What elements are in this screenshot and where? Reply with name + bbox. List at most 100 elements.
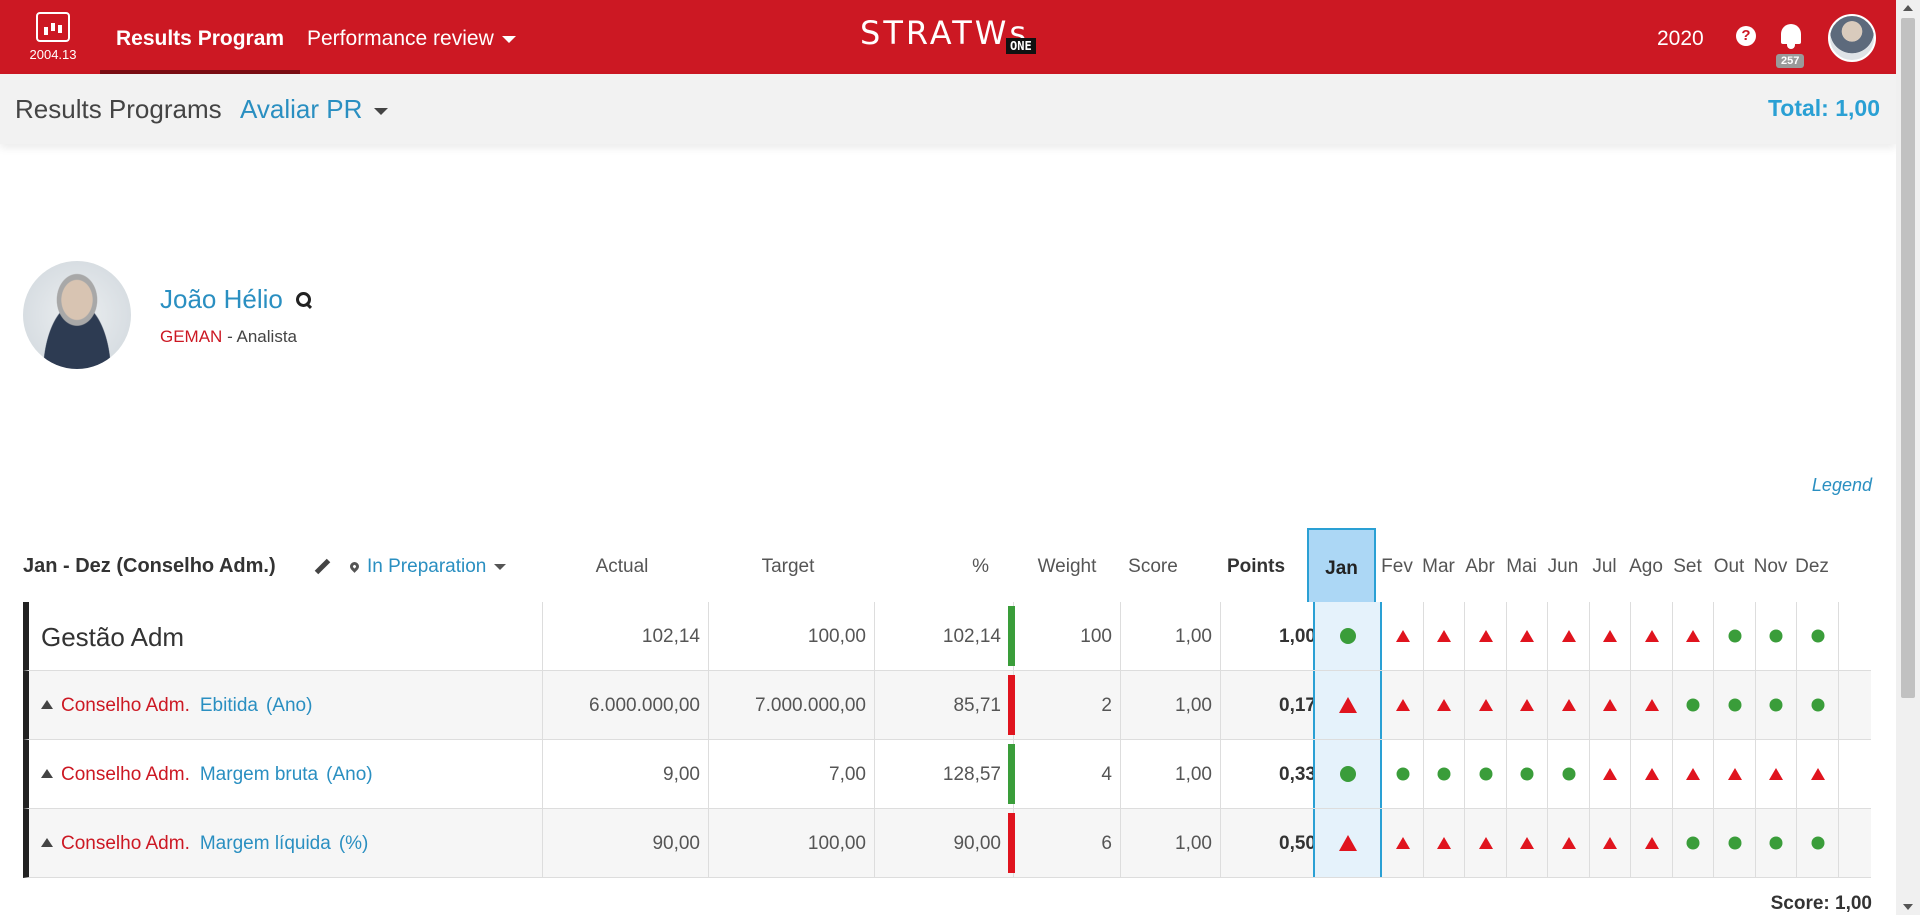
month-status-cell[interactable] [1465,671,1507,739]
month-status-cell[interactable] [1465,809,1507,877]
month-status-cell[interactable] [1590,602,1631,670]
user-avatar[interactable] [1828,14,1876,62]
profile-name[interactable]: João Hélio [160,284,283,315]
month-status-cell[interactable] [1756,809,1797,877]
month-status-cell[interactable] [1714,740,1756,808]
evaluate-pr-dropdown[interactable]: Avaliar PR [240,94,389,125]
month-status-cell[interactable] [1507,602,1548,670]
month-status-cell[interactable] [1631,671,1673,739]
app-home-button[interactable]: 2004.13 [22,8,84,68]
month-status-cell[interactable] [1465,740,1507,808]
map-pin-icon [348,560,361,573]
month-status-cell[interactable] [1424,809,1465,877]
month-status-cell[interactable] [1673,671,1714,739]
month-status-cell[interactable] [1756,671,1797,739]
month-status-cell[interactable] [1797,671,1839,739]
month-status-cell[interactable] [1673,809,1714,877]
table-row: Conselho Adm. Margem líquida (%) 90,00 100,0… [23,809,1871,878]
row-kpi-unit[interactable]: (Ano) [266,695,312,716]
caret-down-icon [494,563,507,570]
month-header: Dez [1795,556,1829,577]
caret-down-icon [501,35,516,43]
month-status-cell[interactable] [1313,809,1382,877]
red-triangle-icon [1395,837,1410,849]
green-circle-icon [1437,767,1451,781]
profile-org[interactable]: GEMAN [160,327,222,346]
month-status-cell[interactable] [1548,740,1590,808]
red-triangle-icon [1478,837,1493,849]
month-status-cell[interactable] [1313,602,1382,670]
points-value: 0,33 [1221,740,1325,808]
profile-role: GEMAN - Analista [160,327,297,347]
month-status-cell[interactable] [1313,671,1382,739]
pencil-icon[interactable] [313,558,331,576]
nav-performance-review-label: Performance review [307,27,494,50]
expand-triangle-icon[interactable] [41,769,53,778]
month-status-cell[interactable] [1631,740,1673,808]
row-org-link[interactable]: Conselho Adm. [61,833,190,854]
month-status-cell[interactable] [1590,671,1631,739]
nav-results-program[interactable]: Results Program [100,0,301,74]
row-kpi-link[interactable]: Margem bruta [200,764,318,785]
month-status-cell[interactable] [1424,740,1465,808]
month-status-cell[interactable] [1631,602,1673,670]
month-status-cell[interactable] [1424,671,1465,739]
status-label: In Preparation [367,556,487,577]
scrollbar-thumb[interactable] [1901,18,1915,698]
month-status-cell[interactable] [1507,809,1548,877]
question-circle-icon[interactable]: ? [1736,26,1756,46]
month-status-cell[interactable] [1797,602,1839,670]
legend-link[interactable]: Legend [1812,475,1872,496]
pct-value: 90,00 [875,809,1014,877]
month-status-cell[interactable] [1507,740,1548,808]
month-status-cell[interactable] [1631,809,1673,877]
month-status-cell[interactable] [1548,809,1590,877]
row-kpi-link[interactable]: Ebitida [200,695,258,716]
month-status-cell[interactable] [1714,809,1756,877]
month-status-cell[interactable] [1590,809,1631,877]
month-status-cell[interactable] [1382,671,1424,739]
bell-icon[interactable] [1778,22,1804,52]
month-status-cell[interactable] [1313,740,1382,808]
red-triangle-icon [1644,837,1659,849]
month-status-cell[interactable] [1714,671,1756,739]
profile-photo [23,261,131,369]
month-status-cell[interactable] [1424,602,1465,670]
scroll-up-icon[interactable] [1903,5,1913,11]
page-scrollbar[interactable] [1896,0,1920,915]
row-kpi-link[interactable]: Margem líquida [200,833,331,854]
month-status-cell[interactable] [1590,740,1631,808]
row-kpi-unit[interactable]: (%) [339,833,369,854]
expand-triangle-icon[interactable] [41,700,53,709]
status-dropdown[interactable]: In Preparation [348,556,507,578]
month-status-cell[interactable] [1797,740,1839,808]
month-status-cell[interactable] [1714,602,1756,670]
month-status-cell[interactable] [1756,740,1797,808]
red-triangle-icon [1603,630,1617,642]
month-status-cell[interactable] [1465,602,1507,670]
top-navbar: 2004.13 Results Program Performance revi… [0,0,1896,74]
month-status-cell[interactable] [1673,740,1714,808]
row-org-link[interactable]: Conselho Adm. [61,764,190,785]
month-status-cell[interactable] [1673,602,1714,670]
month-status-cell[interactable] [1507,671,1548,739]
year-selector[interactable]: 2020 [1657,0,1704,78]
row-org-link[interactable]: Conselho Adm. [61,695,190,716]
month-header[interactable]: Jan [1307,528,1376,602]
expand-triangle-icon[interactable] [41,838,53,847]
month-status-cell[interactable] [1382,740,1424,808]
month-status-cell[interactable] [1548,671,1590,739]
month-status-cell[interactable] [1756,602,1797,670]
month-status-cell[interactable] [1382,809,1424,877]
red-triangle-icon [1395,699,1410,711]
row-kpi-unit[interactable]: (Ano) [326,764,372,785]
scroll-down-icon[interactable] [1903,904,1913,910]
search-icon[interactable] [296,292,312,308]
nav-performance-review-dropdown[interactable]: Performance review [307,0,516,74]
month-status-cell[interactable] [1797,809,1839,877]
month-header: Fev [1381,556,1413,577]
month-status-cell[interactable] [1548,602,1590,670]
status-bar [1008,813,1015,873]
month-header: Nov [1753,556,1788,577]
month-status-cell[interactable] [1382,602,1424,670]
